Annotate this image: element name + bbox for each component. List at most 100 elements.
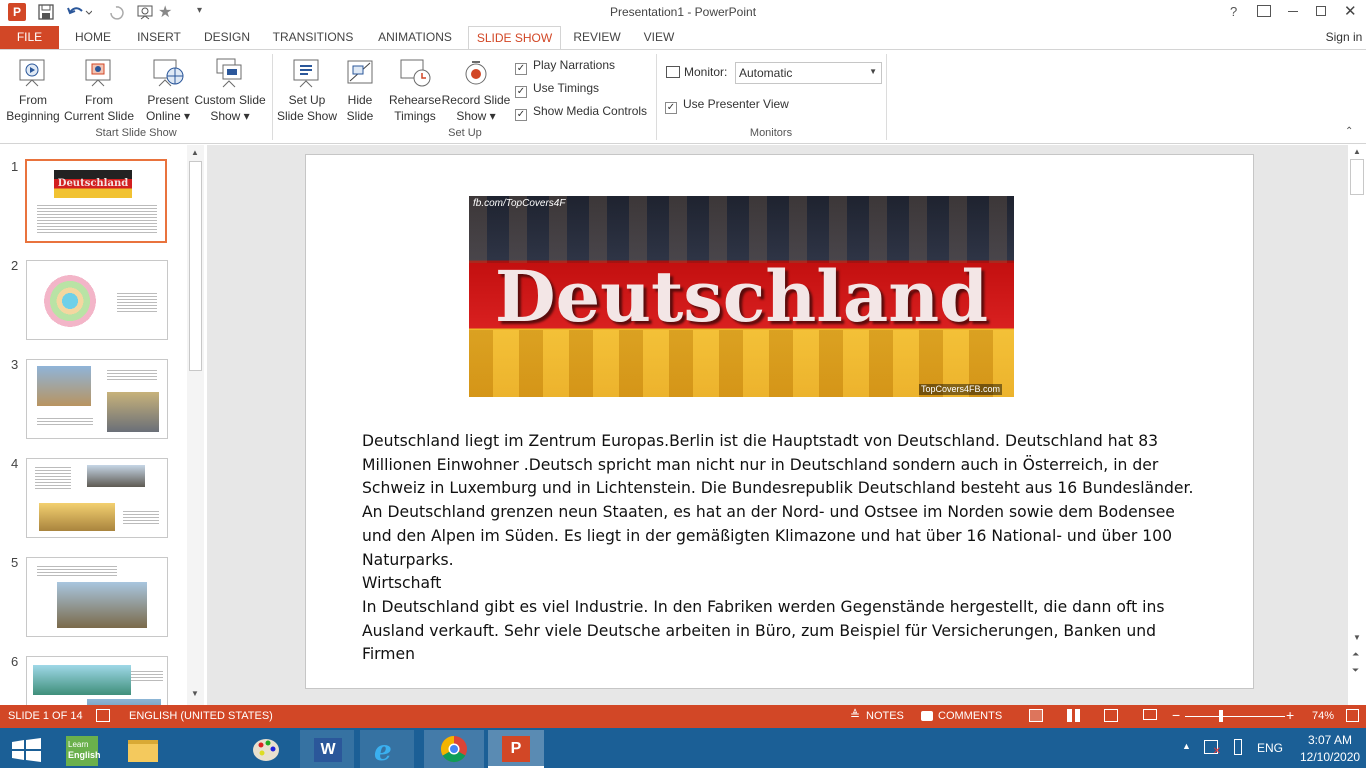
tab-review[interactable]: REVIEW	[570, 26, 624, 50]
paint-palette-icon[interactable]	[240, 730, 294, 768]
tab-design[interactable]: DESIGN	[200, 26, 254, 50]
customize-qat-icon[interactable]: ▾	[197, 5, 202, 16]
thumbnail-scrollbar[interactable]: ▲ ▼	[187, 145, 204, 705]
ie-shape: e	[374, 734, 392, 767]
hide-slide-button[interactable]: Hide Slide	[340, 56, 380, 124]
custom-slide-show-button[interactable]: Custom Slide Show ▾	[192, 56, 268, 124]
slide-counter[interactable]: SLIDE 1 OF 14	[8, 710, 83, 722]
slide-scrollbar[interactable]: ▲ ▼ ⏶ ⏷	[1348, 145, 1366, 705]
star-icon[interactable]: ★	[158, 2, 172, 22]
slide-thumbnail-2[interactable]	[26, 260, 168, 340]
monitor-select-value: Automatic	[739, 66, 793, 80]
zoom-level[interactable]: 74%	[1312, 710, 1334, 722]
slideshow-view-icon[interactable]	[1143, 709, 1157, 720]
use-timings-label: Use Timings	[533, 81, 600, 95]
windows-start-icon[interactable]	[0, 730, 54, 768]
thumbnail-text-lines	[37, 564, 117, 578]
thumbnail-number: 2	[11, 258, 19, 273]
zoom-in-button[interactable]: +	[1286, 707, 1294, 723]
collapse-ribbon-icon[interactable]: ⌃	[1345, 126, 1353, 137]
tab-animations[interactable]: ANIMATIONS	[372, 26, 458, 50]
windows-taskbar: Learn English W e P ▲ ✕ ENG 3:07 AM 12/1…	[0, 728, 1366, 768]
from-current-slide-button[interactable]: From Current Slide	[62, 56, 136, 124]
file-explorer-icon[interactable]	[116, 730, 170, 768]
red-x-badge-icon: ✕	[1212, 746, 1221, 757]
scrollbar-thumb[interactable]	[189, 161, 202, 371]
zoom-out-button[interactable]: −	[1172, 707, 1180, 723]
redo-icon[interactable]	[108, 3, 124, 21]
comments-button[interactable]: COMMENTS	[938, 710, 1002, 722]
show-media-controls-checkbox[interactable]: ✓ Show Media Controls	[515, 103, 647, 121]
scroll-down-icon[interactable]: ▼	[1353, 633, 1361, 642]
group-label-start-slide-show: Start Slide Show	[95, 127, 177, 139]
slide-sorter-view-icon[interactable]	[1067, 709, 1080, 722]
rehearse-timings-icon	[398, 56, 432, 90]
tab-home[interactable]: HOME	[68, 26, 118, 50]
notes-button[interactable]: NOTES	[866, 710, 904, 722]
action-center-icon[interactable]: ✕	[1204, 740, 1221, 757]
show-hidden-icons-icon[interactable]: ▲	[1182, 741, 1191, 751]
clock-date[interactable]: 12/10/2020	[1300, 750, 1360, 764]
monitor-select[interactable]: Automatic ▼	[735, 62, 882, 84]
word-app-icon[interactable]: W	[300, 730, 354, 768]
internet-explorer-icon[interactable]: e	[360, 730, 414, 768]
tab-insert[interactable]: INSERT	[133, 26, 185, 50]
clock-time[interactable]: 3:07 AM	[1300, 733, 1360, 747]
scroll-down-icon[interactable]: ▼	[191, 689, 199, 698]
thumbnail-text-lines	[123, 509, 159, 525]
scroll-up-icon[interactable]: ▲	[1353, 147, 1361, 156]
slide-body-textbox[interactable]: Deutschland liegt im Zentrum Europas.Ber…	[362, 430, 1232, 667]
use-timings-checkbox[interactable]: ✓ Use Timings	[515, 80, 600, 98]
scroll-up-icon[interactable]: ▲	[191, 148, 199, 157]
spelling-check-icon[interactable]	[96, 709, 110, 722]
learn-english-tile: Learn English	[66, 736, 101, 766]
thumbnail-photo	[33, 665, 131, 695]
sign-in-link[interactable]: Sign in	[1322, 26, 1366, 50]
set-up-slide-show-button[interactable]: Set Up Slide Show	[276, 56, 338, 124]
rehearse-timings-button[interactable]: Rehearse Timings	[386, 56, 444, 124]
restore-icon[interactable]	[1316, 6, 1326, 16]
learn-english-label-1: Learn	[68, 740, 89, 749]
deutschland-banner-image[interactable]: fb.com/TopCovers4F Deutschland TopCovers…	[469, 196, 1014, 397]
tab-transitions[interactable]: TRANSITIONS	[268, 26, 358, 50]
reading-view-icon[interactable]	[1104, 709, 1118, 722]
from-beginning-button[interactable]: From Beginning	[4, 56, 62, 124]
use-presenter-view-checkbox[interactable]: ✓ Use Presenter View	[665, 96, 789, 114]
start-from-beginning-qat-icon[interactable]	[136, 3, 156, 21]
slide-thumbnail-6[interactable]	[26, 656, 168, 705]
fit-slide-icon[interactable]	[1346, 709, 1359, 722]
record-slide-show-button[interactable]: Record Slide Show ▾	[440, 56, 512, 124]
save-icon[interactable]	[38, 4, 54, 20]
tab-file[interactable]: FILE	[0, 26, 59, 50]
thumbnail-text-lines	[107, 368, 157, 382]
thumbnail-number: 4	[11, 456, 19, 471]
scrollbar-thumb[interactable]	[1350, 159, 1364, 195]
zoom-slider-thumb[interactable]	[1218, 710, 1223, 722]
undo-icon[interactable]	[66, 3, 93, 21]
input-language[interactable]: ENG	[1257, 741, 1283, 755]
learn-english-app-icon[interactable]: Learn English	[58, 730, 112, 768]
normal-view-icon[interactable]	[1029, 709, 1043, 722]
minimize-icon[interactable]	[1288, 11, 1298, 12]
custom-show-icon	[213, 56, 247, 90]
play-narrations-checkbox[interactable]: ✓ Play Narrations	[515, 57, 616, 75]
next-slide-icon[interactable]: ⏷	[1352, 665, 1359, 676]
language-indicator[interactable]: ENGLISH (UNITED STATES)	[129, 710, 273, 722]
powerpoint-app-icon[interactable]: P	[488, 730, 544, 768]
ribbon-display-options-icon[interactable]	[1257, 5, 1271, 17]
slide-thumbnail-1[interactable]: Deutschland	[25, 159, 167, 243]
slide-thumbnail-3[interactable]	[26, 359, 168, 439]
close-icon[interactable]: ✕	[1344, 2, 1357, 20]
present-online-label-2: Online ▾	[145, 109, 191, 123]
previous-slide-icon[interactable]: ⏶	[1352, 649, 1359, 660]
tab-slide-show[interactable]: SLIDE SHOW	[468, 26, 561, 51]
help-icon[interactable]: ?	[1230, 4, 1237, 19]
play-narrations-label: Play Narrations	[533, 58, 616, 72]
chrome-app-icon[interactable]	[424, 730, 484, 768]
zoom-slider-track[interactable]	[1185, 716, 1285, 717]
battery-icon[interactable]	[1234, 739, 1242, 755]
present-online-button[interactable]: Present Online ▾	[140, 56, 196, 124]
slide-thumbnail-4[interactable]	[26, 458, 168, 538]
slide-thumbnail-5[interactable]	[26, 557, 168, 637]
tab-view[interactable]: VIEW	[638, 26, 680, 50]
